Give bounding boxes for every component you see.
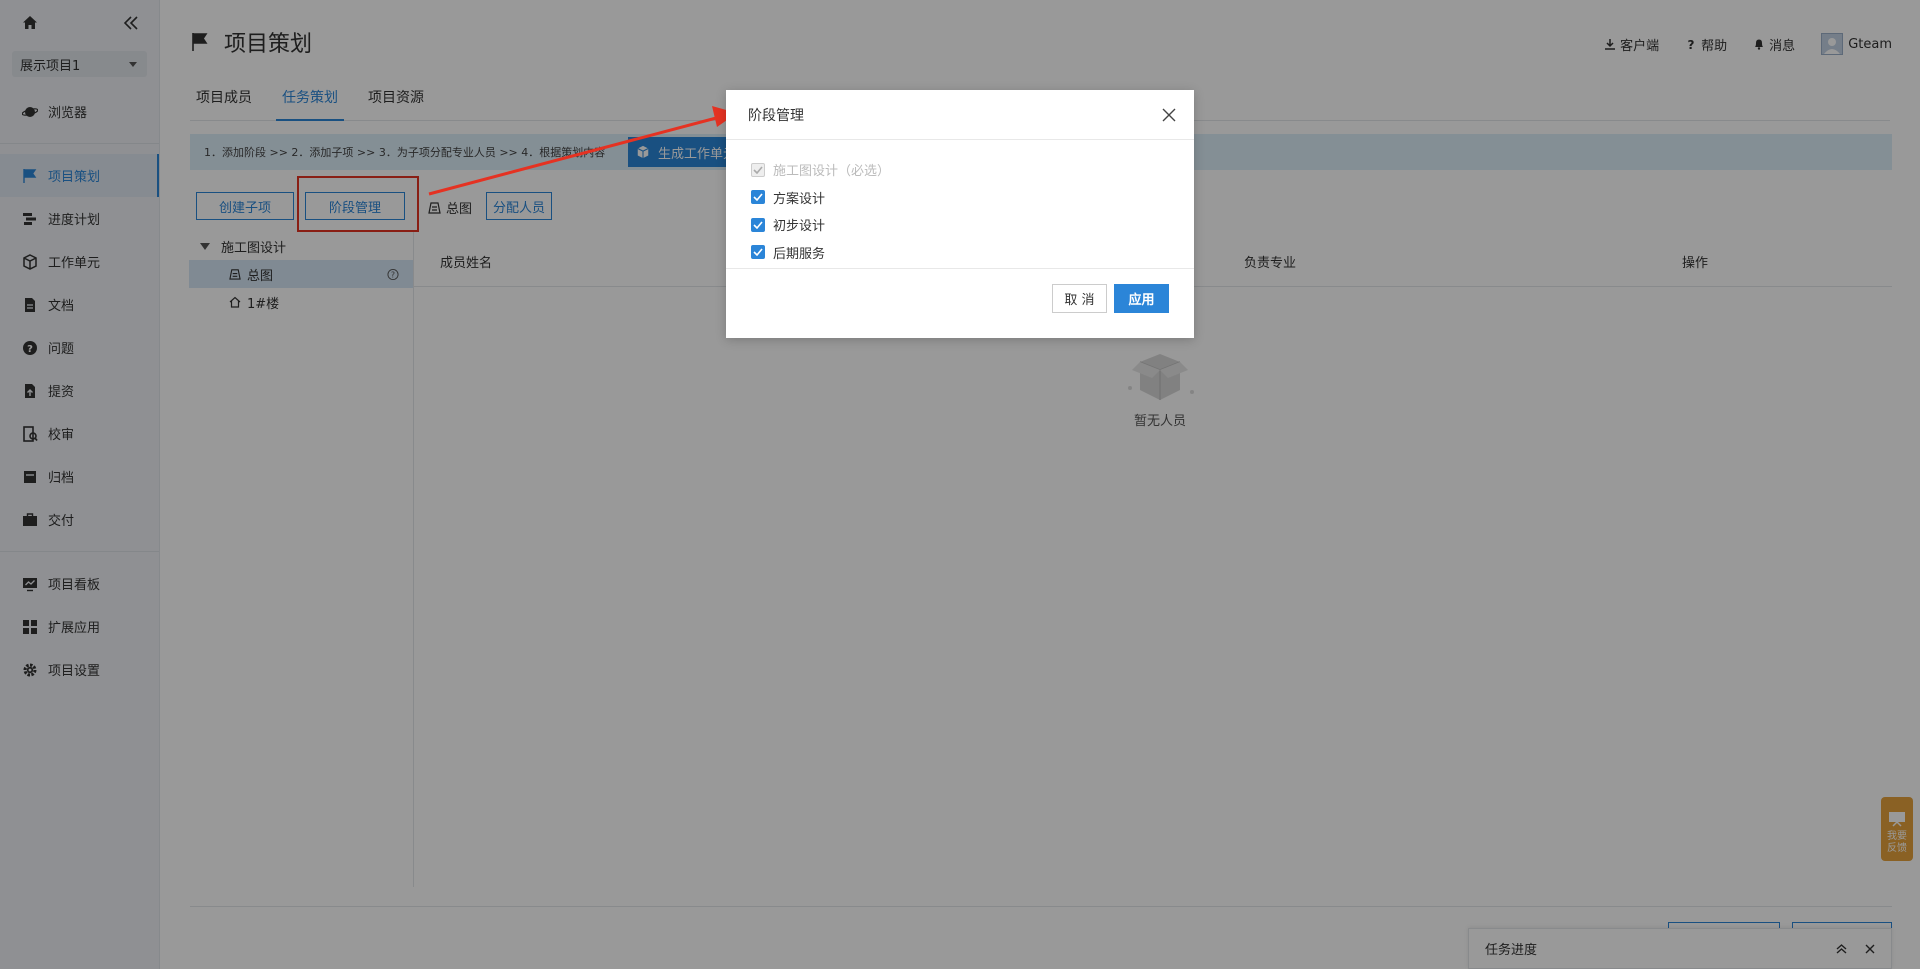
stage-option-label: 施工图设计（必选） bbox=[773, 164, 891, 180]
stage-option-label: 初步设计 bbox=[773, 219, 826, 235]
stage-option-label: 后期服务 bbox=[773, 246, 826, 262]
checkbox-checked[interactable] bbox=[751, 190, 765, 205]
stage-option-scheme[interactable]: 方案设计 bbox=[751, 184, 1194, 212]
dialog-header: 阶段管理 bbox=[726, 90, 1194, 140]
stage-option-label: 方案设计 bbox=[773, 191, 826, 207]
dialog-body: 施工图设计（必选） 方案设计 初步设计 后期服务 bbox=[726, 140, 1194, 269]
apply-button[interactable]: 应用 bbox=[1114, 284, 1169, 313]
checkbox-disabled-checked bbox=[751, 162, 765, 177]
stage-option-construction: 施工图设计（必选） bbox=[751, 156, 1194, 184]
dialog-footer: 取 消 应用 bbox=[726, 269, 1194, 313]
checkbox-checked[interactable] bbox=[751, 245, 765, 260]
checkbox-checked[interactable] bbox=[751, 217, 765, 232]
stage-option-preliminary[interactable]: 初步设计 bbox=[751, 211, 1194, 239]
cancel-button[interactable]: 取 消 bbox=[1052, 284, 1107, 313]
close-icon[interactable] bbox=[1162, 108, 1176, 122]
stage-option-post-service[interactable]: 后期服务 bbox=[751, 239, 1194, 267]
dialog-title: 阶段管理 bbox=[748, 107, 804, 124]
stage-manage-dialog: 阶段管理 施工图设计（必选） 方案设计 初步设计 后期服务 取 消 应用 bbox=[726, 90, 1194, 338]
